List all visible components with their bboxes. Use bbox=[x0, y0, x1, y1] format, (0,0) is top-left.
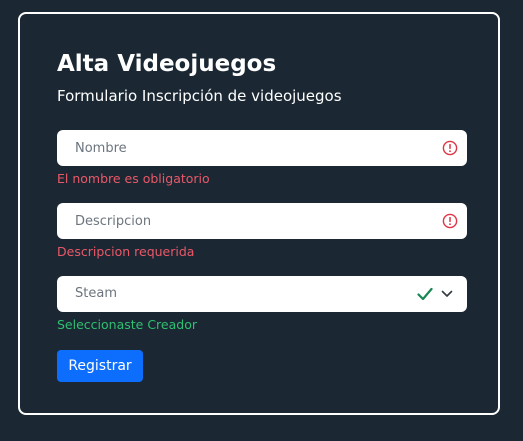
creador-feedback: Seleccionaste Creador bbox=[57, 317, 197, 332]
register-button[interactable]: Registrar bbox=[57, 350, 143, 382]
creador-selected-value: Steam bbox=[75, 286, 117, 301]
form-card: Alta Videojuegos Formulario Inscripción … bbox=[18, 12, 500, 415]
nombre-field bbox=[57, 130, 467, 166]
descripcion-input[interactable] bbox=[57, 203, 467, 239]
descripcion-field bbox=[57, 203, 467, 239]
form-title: Alta Videojuegos bbox=[57, 51, 277, 77]
creador-select[interactable]: Steam bbox=[57, 276, 467, 312]
check-icon bbox=[417, 287, 433, 301]
form-subtitle: Formulario Inscripción de videojuegos bbox=[57, 87, 342, 105]
nombre-input[interactable] bbox=[57, 130, 467, 166]
chevron-down-icon bbox=[441, 290, 453, 297]
descripcion-feedback: Descripcion requerida bbox=[57, 244, 195, 259]
alert-circle-icon bbox=[442, 140, 458, 156]
nombre-feedback: El nombre es obligatorio bbox=[57, 171, 210, 186]
alert-circle-icon bbox=[442, 213, 458, 229]
